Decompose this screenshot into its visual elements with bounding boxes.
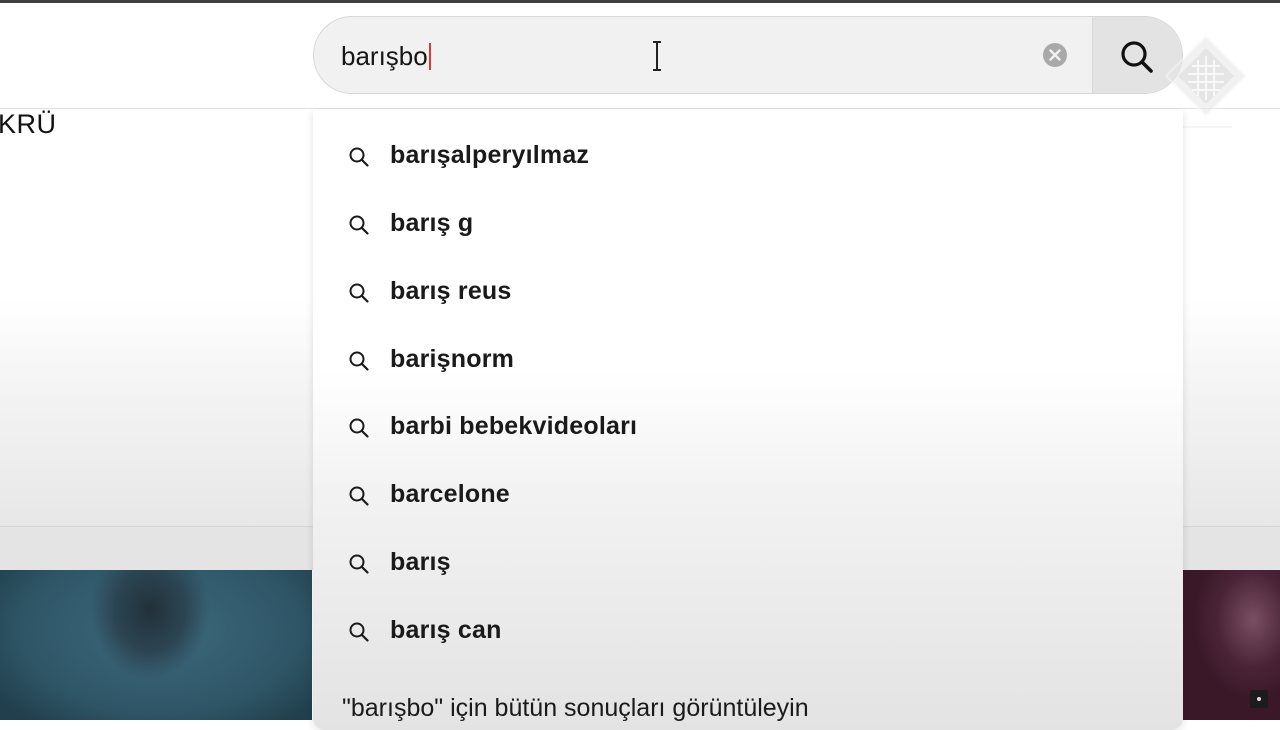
suggestion-item[interactable]: barış can [313,602,1183,662]
search-suggestions-dropdown: barışalperyılmaz barış g barış reus bari… [313,110,1183,730]
corner-control-icon[interactable] [1250,690,1268,708]
search-input-text: barışbo [341,41,428,71]
suggestion-text: barışalperyılmaz [390,141,590,169]
search-icon [349,147,369,167]
suggestion-item[interactable]: barışalperyılmaz [313,127,1183,187]
suggestion-text: barış reus [390,277,512,305]
suggestion-item[interactable]: barış reus [313,263,1183,323]
suggestion-item[interactable]: barış g [313,195,1183,255]
search-icon [349,622,369,642]
search-icon [349,486,369,506]
clear-search-button[interactable] [1043,43,1067,67]
search-icon [349,554,369,574]
view-all-results-link[interactable]: "barışbo" için bütün sonuçları görüntüle… [342,693,809,723]
suggestion-item[interactable]: barış [313,534,1183,594]
suggestion-text: barbi bebekvideoları [390,412,638,440]
suggestion-text: barişnorm [390,345,515,373]
search-icon [349,351,369,371]
search-icon [1121,41,1153,73]
header-divider [0,108,1280,109]
search-icon [349,283,369,303]
search-input[interactable]: barışbo [341,41,431,71]
suggestion-item[interactable]: barcelone [313,466,1183,526]
suggestion-item[interactable]: barişnorm [313,331,1183,391]
search-bar[interactable]: barışbo [313,16,1183,94]
suggestion-item[interactable]: barbi bebekvideoları [313,398,1183,458]
suggestion-text: barcelone [390,480,510,508]
page-heading-fragment: KRÜ [0,109,57,139]
clear-x-icon [1049,49,1061,61]
search-icon [349,215,369,235]
suggestion-text: barış [390,548,451,576]
text-caret [428,43,431,70]
suggestion-text: barış can [390,616,502,644]
suggestion-text: barış g [390,209,474,237]
text-cursor-icon [653,41,661,71]
search-icon [349,418,369,438]
video-thumbnail-left[interactable] [0,570,312,720]
